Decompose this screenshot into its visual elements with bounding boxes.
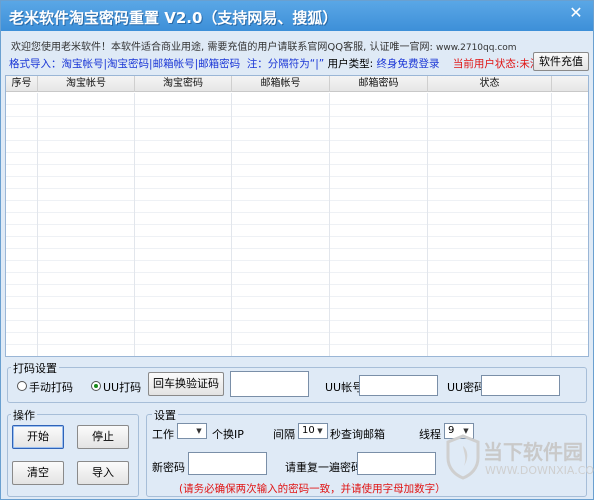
uu-password-label: UU密码 (447, 381, 486, 394)
official-site: www.2710qq.com (436, 43, 517, 53)
welcome-text: 欢迎您使用老米软件！本软件适合商业用途, 需要充值的用户请联系官网QQ客服, 认… (11, 42, 437, 53)
user-type-value: 终身免费登录 (376, 58, 440, 70)
manual-captcha-label[interactable]: 手动打码 (29, 379, 73, 395)
chevron-down-icon: ▼ (196, 427, 202, 435)
column-header-email-account[interactable]: 邮箱帐号 (232, 76, 330, 92)
uu-account-label: UU帐号 (325, 381, 364, 394)
user-type-label: 用户类型: (327, 58, 374, 70)
column-header-taobao-account[interactable]: 淘宝帐号 (38, 76, 135, 92)
uu-account-input[interactable] (359, 375, 438, 396)
interval-suffix: 秒查询邮箱 (330, 428, 385, 441)
start-button[interactable]: 开始 (12, 425, 64, 449)
site-watermark: 当下软件园 WWW.DOWNXIA.COM (431, 426, 594, 500)
per-ip-label: 个换IP (212, 428, 244, 441)
main-window: 老米软件淘宝密码重置 V2.0（支持网易、搜狐） ✕ 欢迎您使用老米软件！本软件… (0, 0, 594, 500)
import-button[interactable]: 导入 (77, 461, 129, 485)
shield-logo-icon (446, 434, 480, 480)
repeat-password-label: 请重复一遍密码 (285, 461, 362, 474)
column-divider (330, 93, 428, 356)
interval-label: 间隔 (273, 428, 295, 441)
column-header-index[interactable]: 序号 (6, 76, 38, 92)
uu-captcha-label[interactable]: UU打码 (103, 379, 141, 395)
new-password-input[interactable] (188, 452, 267, 475)
user-status-label: 当前用户状态: (452, 58, 520, 70)
account-table[interactable]: 序号 淘宝帐号 淘宝密码 邮箱帐号 邮箱密码 状态 (5, 75, 589, 357)
column-divider (6, 93, 38, 356)
new-password-label: 新密码 (152, 461, 185, 474)
work-label: 工作 (152, 428, 174, 441)
recharge-button[interactable]: 软件充值 (533, 52, 589, 71)
captcha-code-input[interactable] (230, 371, 309, 397)
column-divider (232, 93, 330, 356)
interval-select[interactable]: 10 ▼ (298, 423, 328, 439)
column-divider (135, 93, 232, 356)
interval-value: 10 (302, 425, 315, 436)
chevron-down-icon: ▼ (317, 427, 323, 435)
welcome-message: 欢迎您使用老米软件！本软件适合商业用途, 需要充值的用户请联系官网QQ客服, 认… (11, 38, 517, 53)
format-info-line: 格式导入：淘宝帐号|淘宝密码|邮箱帐号|邮箱密码 注：分隔符为“|” 用户类型:… (9, 56, 551, 71)
repeat-password-input[interactable] (357, 452, 436, 475)
close-button[interactable]: ✕ (563, 3, 589, 23)
table-header: 序号 淘宝帐号 淘宝密码 邮箱帐号 邮箱密码 状态 (6, 76, 588, 92)
column-header-email-password[interactable]: 邮箱密码 (330, 76, 428, 92)
column-header-taobao-password[interactable]: 淘宝密码 (135, 76, 232, 92)
title-bar: 老米软件淘宝密码重置 V2.0（支持网易、搜狐） ✕ (1, 1, 593, 31)
uu-captcha-radio[interactable] (91, 381, 101, 391)
settings-group-title: 设置 (152, 407, 178, 423)
separator-note: 注：分隔符为“|” (246, 58, 325, 70)
switch-captcha-button[interactable]: 回车换验证码 (148, 372, 224, 396)
format-label: 格式导入： (9, 58, 62, 70)
column-divider (38, 93, 135, 356)
captcha-group-title: 打码设置 (11, 360, 59, 376)
uu-password-input[interactable] (481, 375, 560, 396)
format-fields: 淘宝帐号|淘宝密码|邮箱帐号|邮箱密码 (61, 58, 241, 70)
manual-captcha-radio[interactable] (17, 381, 27, 391)
watermark-sub: WWW.DOWNXIA.COM (485, 464, 594, 477)
watermark-text: 当下软件园 (483, 440, 583, 464)
work-count-select[interactable]: ▼ (177, 423, 207, 439)
column-divider (428, 93, 552, 356)
clear-button[interactable]: 清空 (12, 461, 64, 485)
operations-group-title: 操作 (11, 407, 37, 423)
password-warning: (请务必确保两次输入的密码一致，并请使用字母加数字） (179, 483, 446, 495)
column-header-status[interactable]: 状态 (428, 76, 552, 92)
window-title: 老米软件淘宝密码重置 V2.0（支持网易、搜狐） (9, 9, 338, 27)
stop-button[interactable]: 停止 (77, 425, 129, 449)
